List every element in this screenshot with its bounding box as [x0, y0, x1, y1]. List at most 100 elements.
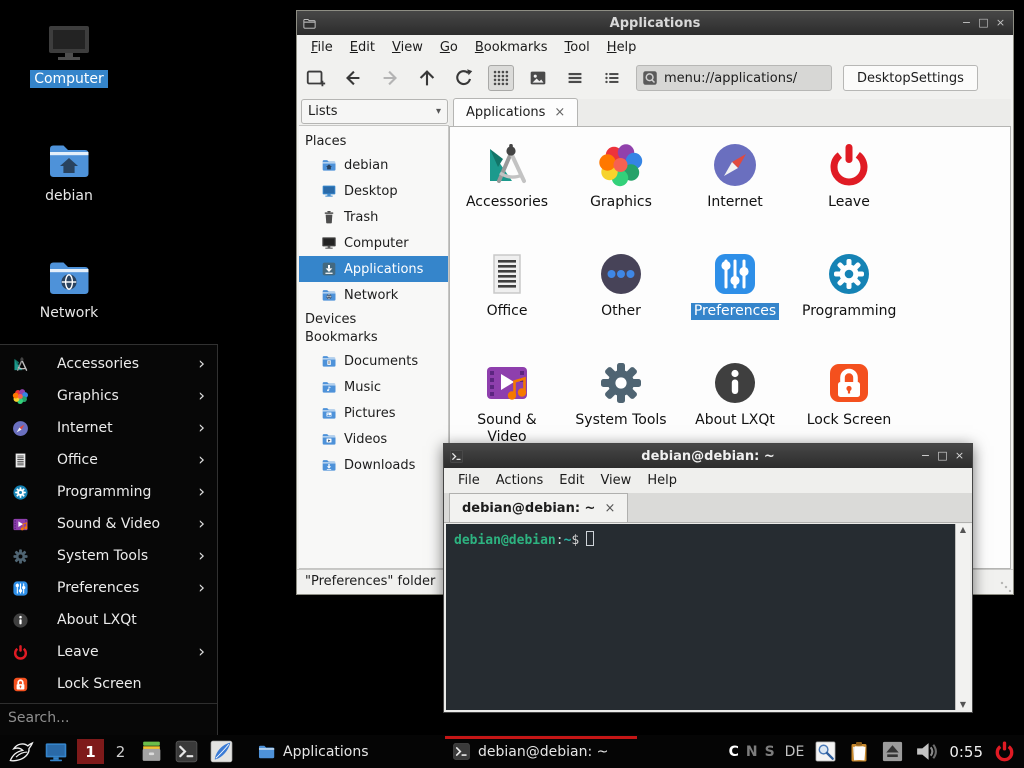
tab-close-icon[interactable]: ×	[604, 501, 615, 516]
clipboard-icon	[847, 740, 871, 764]
folder-leave[interactable]: Leave	[792, 135, 906, 244]
featherpad-launcher[interactable]	[207, 738, 235, 766]
menu-item-programming[interactable]: Programming ›	[0, 476, 217, 508]
menu-item-system-tools[interactable]: System Tools ›	[0, 540, 217, 572]
task-applications[interactable]: Applications	[250, 737, 438, 766]
menu-file[interactable]: File	[458, 473, 480, 488]
menu-item-office[interactable]: Office ›	[0, 444, 217, 476]
menu-edit[interactable]: Edit	[559, 473, 584, 488]
folder-other[interactable]: Other	[564, 244, 678, 353]
sidebar-item-computer[interactable]: Computer	[299, 230, 448, 256]
screenshot-tray-icon[interactable]	[814, 740, 837, 763]
menu-item-sound-video[interactable]: Sound & Video ›	[0, 508, 217, 540]
sidebar-item-music[interactable]: Music	[299, 374, 448, 400]
minimize-button[interactable]: −	[958, 11, 975, 35]
tab-close-icon[interactable]: ×	[554, 105, 565, 120]
reload-button[interactable]	[451, 65, 477, 91]
folder-accessories[interactable]: Accessories	[450, 135, 564, 244]
detailed-view-button[interactable]	[599, 65, 625, 91]
workspace-1-button[interactable]: 1	[77, 739, 104, 764]
menu-item-accessories[interactable]: Accessories ›	[0, 348, 217, 380]
back-button[interactable]	[340, 65, 366, 91]
menu-edit[interactable]: Edit	[350, 40, 375, 55]
sidebar-item-trash[interactable]: Trash	[299, 204, 448, 230]
terminal-tab[interactable]: debian@debian: ~ ×	[449, 493, 628, 522]
sidebar-mode-select[interactable]: Lists ▾	[301, 99, 448, 124]
menu-actions[interactable]: Actions	[496, 473, 544, 488]
submenu-arrow-icon: ›	[198, 580, 205, 597]
desktop-settings-button[interactable]: DesktopSettings	[843, 65, 978, 91]
sidebar-item-downloads[interactable]: Downloads	[299, 452, 448, 478]
thumbnail-view-button[interactable]	[525, 65, 551, 91]
sidebar-item-network[interactable]: Network	[299, 282, 448, 308]
menu-item-about-lxqt[interactable]: About LXQt	[0, 604, 217, 636]
folder-preferences[interactable]: Preferences	[678, 244, 792, 353]
workspace-2-button[interactable]: 2	[111, 739, 130, 764]
close-button[interactable]: ×	[951, 444, 968, 468]
desktop-icon-debian[interactable]: debian	[23, 136, 115, 205]
terminal-launcher[interactable]	[172, 738, 200, 766]
sidebar-item-documents[interactable]: Documents	[299, 348, 448, 374]
resize-grip[interactable]	[999, 580, 1011, 592]
folder-programming[interactable]: Programming	[792, 244, 906, 353]
menu-item-leave[interactable]: Leave ›	[0, 636, 217, 668]
menu-help[interactable]: Help	[647, 473, 677, 488]
main-menu-button[interactable]	[5, 737, 35, 767]
folder-internet[interactable]: Internet	[678, 135, 792, 244]
keyboard-layout[interactable]: DE	[785, 744, 805, 760]
fm-titlebar[interactable]: Applications − □ ×	[297, 11, 1013, 35]
sidebar-item-videos[interactable]: Videos	[299, 426, 448, 452]
menu-go[interactable]: Go	[440, 40, 458, 55]
terminal-scrollbar[interactable]: ▲ ▼	[955, 524, 970, 710]
new-tab-button[interactable]	[303, 65, 329, 91]
menu-item-graphics[interactable]: Graphics ›	[0, 380, 217, 412]
menu-item-lock-screen[interactable]: Lock Screen	[0, 668, 217, 700]
sidebar-item-desktop[interactable]: Desktop	[299, 178, 448, 204]
desktop-icon-network[interactable]: Network	[23, 253, 115, 322]
sidebar-item-applications[interactable]: Applications	[299, 256, 448, 282]
file-manager-launcher[interactable]	[137, 738, 165, 766]
menu-search-input[interactable]: Search...	[0, 704, 217, 731]
terminal-screen[interactable]: debian@debian:~$ ▲ ▼	[446, 524, 970, 710]
clock[interactable]: 0:55	[949, 743, 983, 761]
keyboard-indicator[interactable]: C N S	[729, 744, 775, 760]
address-bar[interactable]: menu://applications/	[636, 65, 832, 91]
removable-media-tray-icon[interactable]	[881, 740, 904, 763]
eject-icon	[881, 740, 904, 763]
scroll-up-icon[interactable]: ▲	[960, 525, 966, 534]
close-button[interactable]: ×	[992, 11, 1009, 35]
menu-item-internet[interactable]: Internet ›	[0, 412, 217, 444]
menu-tool[interactable]: Tool	[565, 40, 590, 55]
fm-menubar: File Edit View Go Bookmarks Tool Help	[297, 35, 1013, 59]
up-button[interactable]	[414, 65, 440, 91]
lock-icon	[12, 676, 29, 693]
compact-view-button[interactable]	[562, 65, 588, 91]
menu-bookmarks[interactable]: Bookmarks	[475, 40, 548, 55]
show-desktop-button[interactable]	[42, 738, 70, 766]
volume-tray-icon[interactable]	[914, 739, 939, 764]
clipboard-tray-icon[interactable]	[847, 740, 871, 764]
menu-file[interactable]: File	[311, 40, 333, 55]
maximize-button[interactable]: □	[934, 444, 951, 468]
tab-applications[interactable]: Applications ×	[453, 98, 578, 126]
icon-view-button[interactable]	[488, 65, 514, 91]
sidebar-item-pictures[interactable]: Pictures	[299, 400, 448, 426]
leave-button[interactable]	[993, 740, 1016, 763]
folder-office[interactable]: Office	[450, 244, 564, 353]
terminal-titlebar[interactable]: debian@debian: ~ − □ ×	[444, 444, 972, 468]
scroll-down-icon[interactable]: ▼	[960, 700, 966, 709]
folder-graphics[interactable]: Graphics	[564, 135, 678, 244]
task-terminal[interactable]: debian@debian: ~	[445, 737, 637, 766]
menu-view[interactable]: View	[392, 40, 423, 55]
maximize-button[interactable]: □	[975, 11, 992, 35]
menu-help[interactable]: Help	[607, 40, 637, 55]
minimize-button[interactable]: −	[917, 444, 934, 468]
menu-item-preferences[interactable]: Preferences ›	[0, 572, 217, 604]
featherpad-icon	[209, 739, 234, 764]
forward-button[interactable]	[377, 65, 403, 91]
desktop-icon-computer[interactable]: Computer	[23, 19, 115, 88]
submenu-arrow-icon: ›	[198, 516, 205, 533]
address-value: menu://applications/	[664, 71, 797, 86]
menu-view[interactable]: View	[600, 473, 631, 488]
sidebar-item-debian[interactable]: debian	[299, 152, 448, 178]
